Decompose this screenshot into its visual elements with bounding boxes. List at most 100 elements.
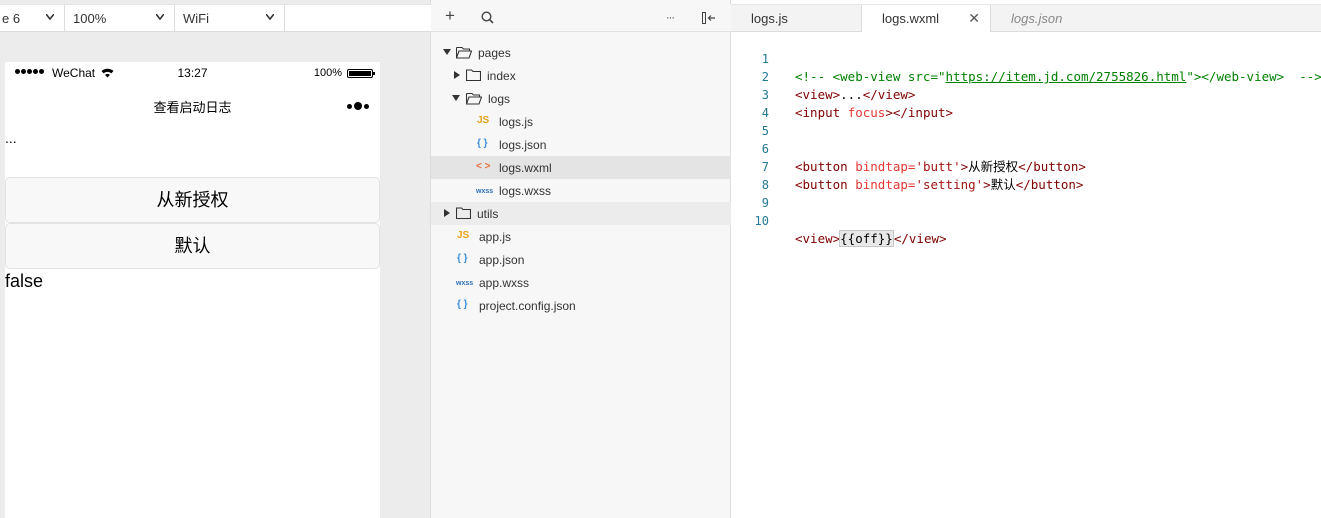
device-select-value: e 6 [2,10,21,26]
zoom-select-value: 100% [73,10,107,26]
simulator-toolbar: e 6 100% WiFi [0,4,431,32]
collapsed-arrow-icon [444,209,450,217]
code-tag: > [983,177,991,192]
chevron-down-icon [46,14,54,22]
phone-statusbar: WeChat 13:27 100% [5,62,380,84]
tree-folder-index[interactable]: index [431,64,731,87]
code-attribute: bindtap= [855,177,916,192]
wxss-file-icon: wxss [456,280,474,287]
expand-arrow-icon [452,95,460,101]
battery-icon [347,69,375,78]
page-title: 查看启动日志 [153,100,232,115]
code-fold-ellipsis[interactable]: ... [840,87,863,102]
tab-logs-wxml[interactable]: logs.wxml ✕ [862,5,991,32]
tree-item-label: project.config.json [479,299,576,313]
wxss-file-icon: wxss [476,188,494,195]
js-file-icon: JS [477,115,490,126]
code-line: 10 <view>{{off}}</view> [731,194,947,247]
folder-open-icon [455,46,473,62]
off-value-text: false [5,271,44,291]
tree-folder-utils[interactable]: utils [431,202,731,225]
code-tag: </view> [862,87,916,102]
tree-item-label: logs.wxml [499,161,552,175]
tree-item-label: logs.js [499,115,534,129]
tree-file-app-js[interactable]: JS app.js [431,225,731,248]
collapse-panel-icon[interactable] [702,11,716,27]
code-line: 5 [731,104,791,138]
json-file-icon: { } [457,299,468,310]
tree-item-label: app.wxss [479,276,530,290]
tab-label: logs.wxml [882,11,940,26]
folder-icon [455,207,472,222]
code-tag: <button [795,159,856,174]
code-tag: > [960,159,969,174]
folder-open-icon [465,92,483,108]
wxml-file-icon: < > [476,161,491,172]
code-tag: ></input> [885,105,954,120]
code-tag: <button [795,177,856,192]
tree-file-logs-js[interactable]: JS logs.js [431,110,731,133]
code-line: 1 <!-- <web-view src="https://item.jd.co… [731,32,1321,84]
zoom-select[interactable]: 100% [65,5,175,31]
phone-navbar: 查看启动日志 [5,84,380,124]
code-tag: <view> [795,231,841,246]
add-file-button[interactable]: + [445,7,455,24]
tree-item-label: utils [477,207,499,221]
default-button[interactable]: 默认 [5,223,380,269]
network-select-value: WiFi [183,10,209,26]
tree-file-project-config[interactable]: { } project.config.json [431,294,731,317]
code-line: 3 <input focus></input> [731,68,953,120]
tab-label: logs.json [1011,11,1063,26]
phone-screen: WeChat 13:27 100% 查看启动日志 ... 从新授权 默认 fal… [5,62,380,518]
folder-icon [465,69,482,84]
code-tag: </view> [893,231,947,246]
tab-logs-json[interactable]: logs.json [991,5,1121,32]
battery-percent: 100% [313,67,342,79]
tree-file-app-json[interactable]: { } app.json [431,248,731,271]
json-file-icon: { } [457,253,468,264]
tree-item-label: pages [478,46,511,60]
code-line: 6 <button bindtap='butt'>从新授权</button> [731,122,1086,174]
search-icon[interactable] [481,11,494,27]
tree-folder-logs[interactable]: logs [431,87,731,110]
collapsed-arrow-icon [454,71,460,79]
code-text: 从新授权 [968,159,1019,174]
device-select[interactable]: e 6 [0,5,65,31]
close-icon[interactable]: ✕ [968,5,980,32]
more-button[interactable]: ··· [666,10,675,26]
tree-folder-pages[interactable]: pages [431,41,731,64]
file-explorer: + ··· pages index logs JS logs.js {} lo… [431,0,731,518]
simulator-panel: e 6 100% WiFi WeChat 13:27 100% 查看启动日志 .… [0,0,431,518]
tree-item-label: logs.wxss [499,184,552,198]
collapsed-view-text: ... [5,130,17,146]
devtools-window: e 6 100% WiFi WeChat 13:27 100% 查看启动日志 .… [0,0,1321,518]
tree-item-label: app.js [479,230,512,244]
reauth-button[interactable]: 从新授权 [5,177,380,223]
code-attribute: bindtap= [855,159,916,174]
code-line: 9 [731,176,791,210]
code-tag: <input [795,105,848,120]
code-line: 2 <view>...</view> [731,50,916,102]
tree-item-label: logs.json [499,138,547,152]
tree-item-label: logs [488,92,511,106]
code-tag: </button> [1015,177,1084,192]
network-select[interactable]: WiFi [175,5,285,31]
editor-tabbar: logs.js logs.wxml ✕ logs.json [731,4,1321,32]
tree-item-label: app.json [479,253,525,267]
code-tag: </button> [1018,159,1086,174]
js-file-icon: JS [457,230,470,241]
code-attribute: focus [847,105,886,120]
tree-file-logs-json[interactable]: { } logs.json [431,133,731,156]
tree-file-logs-wxss[interactable]: wxss logs.wxss [431,179,731,202]
tree-file-logs-wxml[interactable]: < > logs.wxml [431,156,731,179]
tab-logs-js[interactable]: logs.js [731,5,862,32]
tree-file-app-wxss[interactable]: wxss app.wxss [431,271,731,294]
code-editor: logs.js logs.wxml ✕ logs.json 1 <!-- <we… [731,0,1321,518]
code-line: 4 [731,86,791,120]
more-options-icon[interactable] [347,102,369,110]
code-link[interactable]: https://item.jd.com/2755826.html [946,69,1187,84]
code-line: 8 [731,158,791,192]
tree-item-label: index [487,69,516,83]
tab-label: logs.js [751,11,788,26]
expand-arrow-icon [443,49,451,55]
